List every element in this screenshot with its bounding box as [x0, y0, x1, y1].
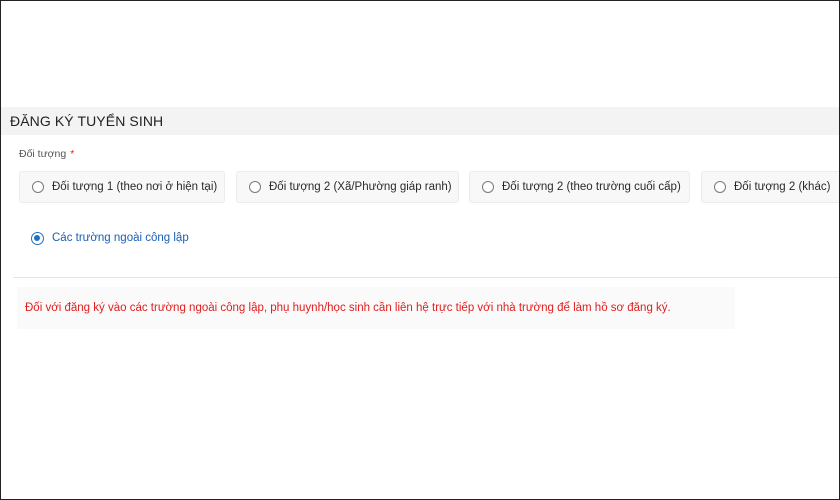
radio-option-label: Đối tượng 2 (theo trường cuối cấp) — [502, 181, 681, 193]
field-label-doi-tuong: Đối tượng * — [19, 148, 74, 160]
notice-box: Đối với đăng ký vào các trường ngoài côn… — [17, 287, 735, 329]
radio-group-doi-tuong: Đối tượng 1 (theo nơi ở hiện tại) Đối tư… — [19, 171, 839, 205]
field-label-text: Đối tượng — [19, 148, 67, 160]
radio-option-doi-tuong-2-khac[interactable]: Đối tượng 2 (khác) — [701, 171, 839, 203]
radio-option-doi-tuong-2-cuoi-cap[interactable]: Đối tượng 2 (theo trường cuối cấp) — [469, 171, 690, 203]
radio-unchecked-icon[interactable] — [249, 181, 261, 193]
section-divider — [13, 277, 839, 278]
notice-text: Đối với đăng ký vào các trường ngoài côn… — [25, 302, 671, 314]
radio-option-label: Đối tượng 2 (khác) — [734, 181, 831, 193]
radio-unchecked-icon[interactable] — [32, 181, 44, 193]
radio-checked-icon[interactable] — [31, 231, 44, 245]
section-header: ĐĂNG KÝ TUYỂN SINH — [1, 107, 839, 135]
radio-option-label: Đối tượng 2 (Xã/Phường giáp ranh) — [269, 181, 452, 193]
radio-option-doi-tuong-2-giap-ranh[interactable]: Đối tượng 2 (Xã/Phường giáp ranh) — [236, 171, 459, 203]
page-frame: ĐĂNG KÝ TUYỂN SINH Đối tượng * Đối tượng … — [0, 0, 840, 500]
radio-option-label: Đối tượng 1 (theo nơi ở hiện tại) — [52, 181, 218, 193]
required-marker: * — [70, 148, 75, 160]
radio-option-label: Các trường ngoài công lập — [52, 232, 189, 244]
radio-option-doi-tuong-1[interactable]: Đối tượng 1 (theo nơi ở hiện tại) — [19, 171, 225, 203]
radio-unchecked-icon[interactable] — [714, 181, 726, 193]
radio-option-ngoai-cong-lap[interactable]: Các trường ngoài công lập — [31, 229, 189, 247]
page-title: ĐĂNG KÝ TUYỂN SINH — [10, 113, 164, 129]
radio-unchecked-icon[interactable] — [482, 181, 494, 193]
